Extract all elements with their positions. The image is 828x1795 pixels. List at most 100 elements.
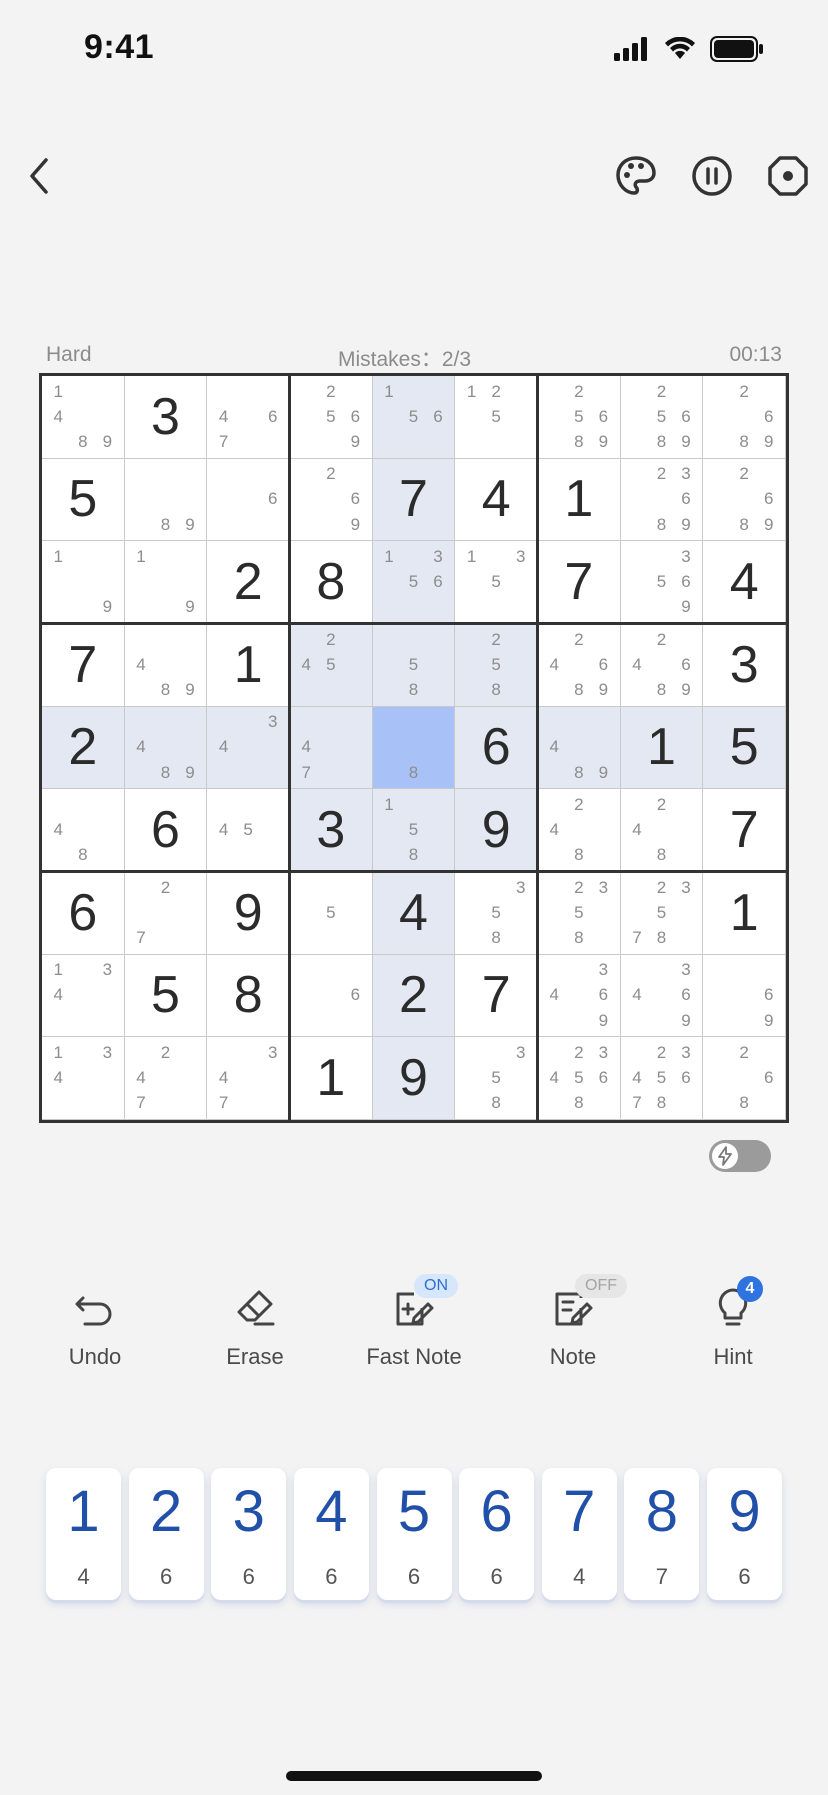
board-cell[interactable]: 2 [42,706,125,790]
number-key-9[interactable]: 96 [707,1468,782,1600]
board-cell[interactable]: 1 3 4 [42,954,125,1038]
board-cell[interactable]: 5 [290,872,373,955]
board-cell[interactable]: 2 5689 [538,376,621,459]
board-cell[interactable]: 26 9 [290,458,373,542]
board-cell[interactable]: 245 [290,624,373,707]
pause-button[interactable] [684,148,740,204]
board-cell[interactable]: 1 35 [455,541,538,624]
board-cell[interactable]: 156 [372,376,456,459]
board-cell[interactable]: 2 [372,954,456,1038]
board-cell[interactable]: 6 [42,872,125,955]
settings-button[interactable] [760,148,816,204]
fast-note-button[interactable]: ON Fast Note [344,1270,484,1390]
board-cell[interactable]: 489 [124,624,208,707]
board-cell[interactable]: 1 [538,458,621,542]
board-cell[interactable]: 3 [290,789,373,872]
board-cell[interactable]: 4 6 7 [207,376,290,459]
board-cell[interactable]: 15 8 [372,789,456,872]
board-cell[interactable]: 4 [372,872,456,955]
board-cell[interactable]: 1 356 [372,541,456,624]
board-cell[interactable]: 9 [455,789,538,872]
board-cell[interactable]: 24 7 [124,1037,208,1120]
board-cell[interactable]: 268 [703,1037,786,1120]
number-key-3[interactable]: 36 [211,1468,287,1600]
board-cell[interactable]: 5 [124,954,208,1038]
board-cell[interactable]: 58 [372,624,456,707]
board-cell[interactable]: 1 [207,624,290,707]
back-button[interactable] [12,148,68,204]
board-cell[interactable]: 1 489 [42,376,125,459]
board-cell[interactable]: 23 4568 [538,1037,621,1120]
board-cell[interactable]: 23 456 78 [620,1037,704,1120]
board-cell[interactable]: 489 [538,706,621,790]
erase-button[interactable]: Erase [185,1270,325,1390]
board-cell[interactable]: 248 [620,789,704,872]
number-key-8[interactable]: 87 [624,1468,700,1600]
theme-button[interactable] [608,148,664,204]
board-cell[interactable]: 356 9 [620,541,704,624]
board-cell[interactable]: 5 [42,458,125,542]
board-cell[interactable]: 3 [124,376,208,459]
board-cell[interactable]: 45 [207,789,290,872]
board-cell[interactable]: 9 [207,872,290,955]
number-key-4[interactable]: 46 [293,1468,369,1600]
board-cell[interactable]: 4 [455,458,538,542]
board-cell[interactable]: 27 [124,872,208,955]
board-cell[interactable]: 8 [372,706,456,790]
board-cell[interactable]: 4 [703,541,786,624]
board-cell[interactable]: 489 [124,706,208,790]
board-cell[interactable]: 3 [703,624,786,707]
board-cell[interactable]: 35 8 [455,1037,538,1120]
board-cell[interactable]: 3 4 6 9 [538,954,621,1038]
board-cell[interactable]: 1 [703,872,786,955]
board-cell[interactable]: 8 [290,541,373,624]
board-cell[interactable]: 2689 [703,376,786,459]
board-cell[interactable]: 7 [42,624,125,707]
number-key-7[interactable]: 74 [541,1468,617,1600]
board-cell[interactable]: 1 [620,706,704,790]
board-cell[interactable]: 23 689 [620,458,704,542]
board-cell[interactable]: 69 [703,954,786,1038]
board-cell[interactable]: 2689 [703,458,786,542]
board-cell[interactable]: 5 [703,706,786,790]
board-cell[interactable]: 89 [124,458,208,542]
number-key-5[interactable]: 56 [376,1468,452,1600]
number-key-6[interactable]: 66 [459,1468,535,1600]
board-cell[interactable]: 2 5689 [620,376,704,459]
board-cell[interactable]: 35 8 [455,872,538,955]
board-cell[interactable]: 7 [455,954,538,1038]
board-cell[interactable]: 1 [290,1037,373,1120]
board-cell[interactable]: 6 [124,789,208,872]
board-cell[interactable]: 6 [290,954,373,1038]
board-cell[interactable]: 235 8 [538,872,621,955]
undo-button[interactable]: Undo [25,1270,165,1390]
board-cell[interactable]: 9 [372,1037,456,1120]
board-cell[interactable]: 19 [42,541,125,624]
number-key-1[interactable]: 14 [46,1468,121,1600]
board-cell[interactable]: 34 [207,706,290,790]
board-cell[interactable]: 7 [372,458,456,542]
board-cell[interactable]: 2 56 9 [290,376,373,459]
board-cell[interactable]: 24 689 [538,624,621,707]
board-cell[interactable]: 19 [124,541,208,624]
board-cell[interactable]: 47 [290,706,373,790]
board-cell[interactable]: 7 [538,541,621,624]
number-key-2[interactable]: 26 [128,1468,204,1600]
board-cell[interactable]: 24 689 [620,624,704,707]
board-cell[interactable]: 8 [207,954,290,1038]
note-button[interactable]: OFF Note [503,1270,643,1390]
board-cell[interactable]: 3 4 7 [207,1037,290,1120]
auto-fill-toggle[interactable] [709,1140,771,1172]
board-cell[interactable]: 3 4 6 9 [620,954,704,1038]
board-cell[interactable]: 48 [42,789,125,872]
board-cell[interactable]: 12 5 [455,376,538,459]
board-cell[interactable]: 2 [207,541,290,624]
board-cell[interactable]: 6 [207,458,290,542]
board-cell[interactable]: 7 [703,789,786,872]
board-cell[interactable]: 248 [538,789,621,872]
board-cell[interactable]: 23578 [620,872,704,955]
board-cell[interactable]: 6 [455,706,538,790]
board-cell[interactable]: 2 5 8 [455,624,538,707]
hint-button[interactable]: 4 Hint [663,1270,803,1390]
board-cell[interactable]: 1 3 4 [42,1037,125,1120]
